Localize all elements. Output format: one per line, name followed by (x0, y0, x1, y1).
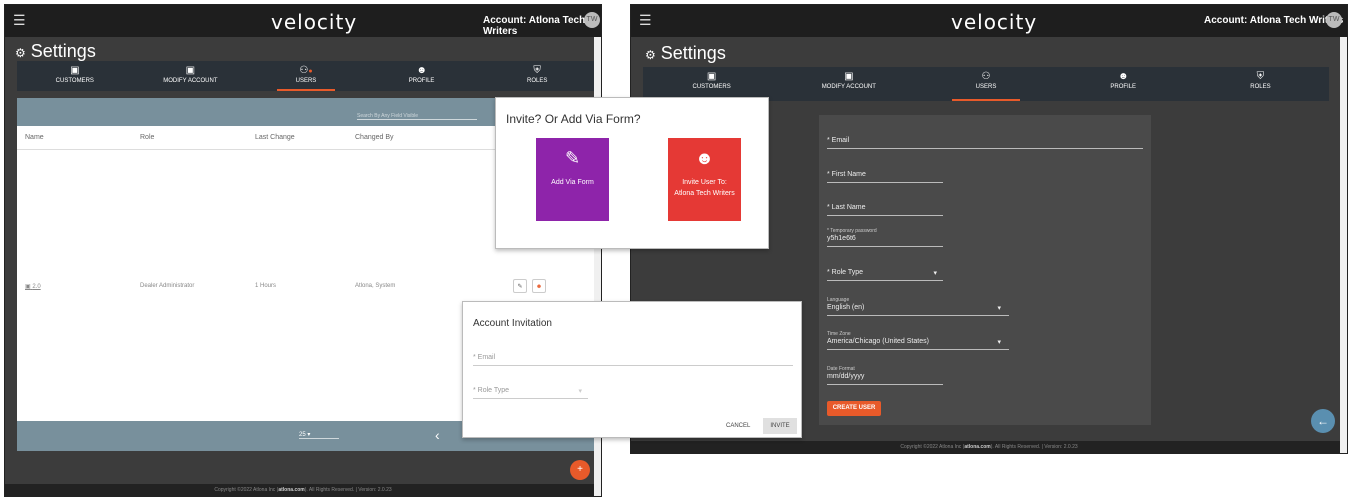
id-badge-icon: ▣ (185, 65, 196, 76)
column-header[interactable]: Last Change (255, 134, 295, 141)
shield-icon: ⛨ (533, 65, 541, 76)
date-format-field[interactable]: mm/dd/yyyy (827, 373, 943, 385)
velocity-logo: velocity (271, 10, 358, 34)
user-name[interactable]: ▣ 2.0 (25, 283, 41, 290)
dropdown-arrow-icon: ▾ (933, 270, 937, 277)
shield-icon: ⛨ (1256, 71, 1265, 82)
tab-profile[interactable]: ☻ PROFILE (1055, 67, 1192, 101)
tab-roles[interactable]: ⛨ ROLES (1192, 67, 1329, 101)
card-icon: ▣ (25, 284, 31, 290)
temp-password-label: * Temporary password (827, 228, 877, 234)
email-field[interactable]: * Email (827, 137, 1143, 149)
person-remove-icon: ☻ (535, 284, 543, 290)
avatar[interactable]: TW (1326, 12, 1342, 28)
avatar[interactable]: TW (584, 12, 600, 28)
cancel-button[interactable]: CANCEL (726, 423, 750, 429)
invite-button[interactable]: INVITE (763, 418, 797, 434)
first-name-field[interactable]: * First Name (827, 171, 943, 183)
column-header[interactable]: Role (140, 134, 154, 141)
settings-tabs: ▣ CUSTOMERS ▣ MODIFY ACCOUNT ⚇● USERS ☻ PROF… (17, 61, 595, 91)
tab-roles[interactable]: ⛨ ROLES (479, 61, 595, 91)
pencil-icon: ✎ (517, 284, 523, 290)
invite-or-form-dialog: Invite? Or Add Via Form? ✎ Add Via Form … (495, 97, 769, 249)
create-user-form: * Email * First Name * Last Name * Tempo… (819, 115, 1151, 425)
person-icon: ☻ (695, 148, 714, 168)
id-badge-icon: ▣ (844, 71, 854, 82)
column-header[interactable]: Changed By (355, 134, 394, 141)
tab-modify-account[interactable]: ▣ MODIFY ACCOUNT (780, 67, 917, 101)
tab-customers[interactable]: ▣ CUSTOMERS (17, 61, 133, 91)
settings-tabs: ▣ CUSTOMERS ▣ MODIFY ACCOUNT ⚇ USERS ☻ PROFI… (643, 67, 1329, 101)
top-bar: ☰ velocity Account: Atlona Tech Writers … (5, 5, 601, 37)
add-fab[interactable]: + (570, 460, 590, 480)
top-bar: ☰ velocity Account: Atlona Tech Writers … (631, 5, 1347, 37)
users-icon: ⚇● (299, 65, 313, 76)
user-role: Dealer Administrator (140, 283, 195, 289)
column-header[interactable]: Name (25, 134, 44, 141)
back-button[interactable]: ← (1311, 409, 1335, 433)
scrollbar[interactable] (1340, 37, 1347, 453)
tab-modify-account[interactable]: ▣ MODIFY ACCOUNT (133, 61, 249, 91)
page-size-select[interactable]: 25 ▾ (299, 431, 339, 439)
add-via-form-button[interactable]: ✎ Add Via Form (536, 138, 609, 221)
timezone-label: Time Zone (827, 331, 851, 337)
timezone-select[interactable]: America/Chicago (United States) ▾ (827, 338, 1009, 350)
date-format-label: Date Format (827, 366, 855, 372)
dialog-title: Invite? Or Add Via Form? (506, 112, 641, 126)
account-name: Account: Atlona Tech Writers (1204, 15, 1344, 26)
id-badge-icon: ▣ (70, 65, 80, 76)
tab-profile[interactable]: ☻ PROFILE (364, 61, 480, 91)
tab-users[interactable]: ⚇● USERS (248, 61, 364, 91)
page-title: ⚙ Settings (15, 41, 96, 61)
invite-email-field[interactable]: * Email (473, 354, 793, 366)
hamburger-icon[interactable]: ☰ (639, 12, 652, 29)
pencil-icon: ✎ (564, 148, 581, 168)
dropdown-arrow-icon: ▾ (307, 432, 311, 438)
language-label: Language (827, 297, 850, 303)
tab-users[interactable]: ⚇ USERS (917, 67, 1054, 101)
search-input[interactable]: Search By Any Field Visible (357, 113, 477, 120)
dropdown-arrow-icon: ▾ (997, 305, 1001, 312)
dropdown-arrow-icon: ▾ (578, 388, 582, 395)
dropdown-arrow-icon: ▾ (997, 339, 1001, 346)
account-invitation-dialog: Account Invitation * Email * Role Type ▾ … (462, 301, 802, 438)
arrow-left-icon: ← (1317, 414, 1329, 428)
last-change: 1 Hours (255, 283, 277, 289)
role-type-select[interactable]: * Role Type ▾ (827, 269, 943, 281)
velocity-logo: velocity (951, 10, 1038, 34)
tab-customers[interactable]: ▣ CUSTOMERS (643, 67, 780, 101)
atlona-link[interactable]: atlona.com (964, 444, 990, 450)
footer: Copyright ©2022 Atlona Inc (atlona.com).… (631, 441, 1347, 453)
edit-button[interactable]: ✎ (513, 279, 527, 293)
language-select[interactable]: English (en) ▾ (827, 304, 1009, 316)
person-icon: ☻ (416, 65, 427, 76)
invite-user-button[interactable]: ☻ Invite User To: Atlona Tech Writers (668, 138, 741, 221)
user-action-button[interactable]: ☻ (532, 279, 546, 293)
person-icon: ☻ (1117, 71, 1129, 82)
id-badge-icon: ▣ (706, 71, 717, 82)
table-row: ▣ 2.0 Dealer Administrator 1 Hours Atlon… (17, 278, 595, 298)
atlona-link[interactable]: atlona.com (278, 487, 304, 493)
create-user-button[interactable]: CREATE USER (827, 401, 881, 416)
last-name-field[interactable]: * Last Name (827, 204, 943, 216)
gear-icon: ⚙ (645, 48, 656, 62)
invite-role-type-select[interactable]: * Role Type ▾ (473, 387, 588, 399)
page-title: ⚙ Settings (645, 43, 726, 63)
users-icon: ⚇ (981, 71, 991, 82)
temp-password-field[interactable]: y5h1e6t6 (827, 235, 943, 247)
dialog-title: Account Invitation (473, 318, 552, 329)
prev-page-icon[interactable]: ‹ (435, 427, 440, 443)
footer: Copyright ©2022 Atlona Inc (atlona.com).… (5, 484, 601, 496)
changed-by: Atlona, System (355, 283, 396, 289)
gear-icon: ⚙ (15, 46, 26, 60)
hamburger-icon[interactable]: ☰ (13, 12, 26, 29)
